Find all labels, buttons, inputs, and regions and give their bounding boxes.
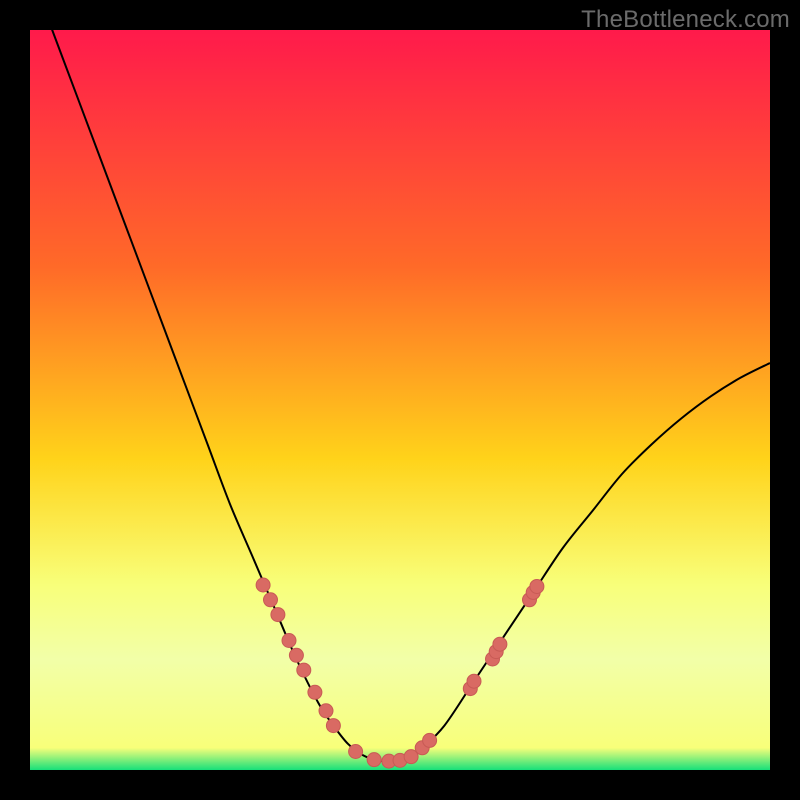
curve-marker — [493, 637, 507, 651]
curve-marker — [326, 719, 340, 733]
curve-marker — [308, 685, 322, 699]
curve-marker — [256, 578, 270, 592]
curve-marker — [319, 704, 333, 718]
curve-marker — [297, 663, 311, 677]
curve-marker — [367, 753, 381, 767]
watermark-text: TheBottleneck.com — [581, 6, 790, 34]
curve-marker — [423, 733, 437, 747]
curve-marker — [271, 608, 285, 622]
plot-background — [30, 30, 770, 770]
curve-marker — [264, 593, 278, 607]
chart-svg — [30, 30, 770, 770]
curve-marker — [282, 634, 296, 648]
curve-marker — [349, 745, 363, 759]
curve-marker — [289, 648, 303, 662]
curve-marker — [530, 579, 544, 593]
curve-marker — [467, 674, 481, 688]
chart-stage: TheBottleneck.com — [0, 0, 800, 800]
